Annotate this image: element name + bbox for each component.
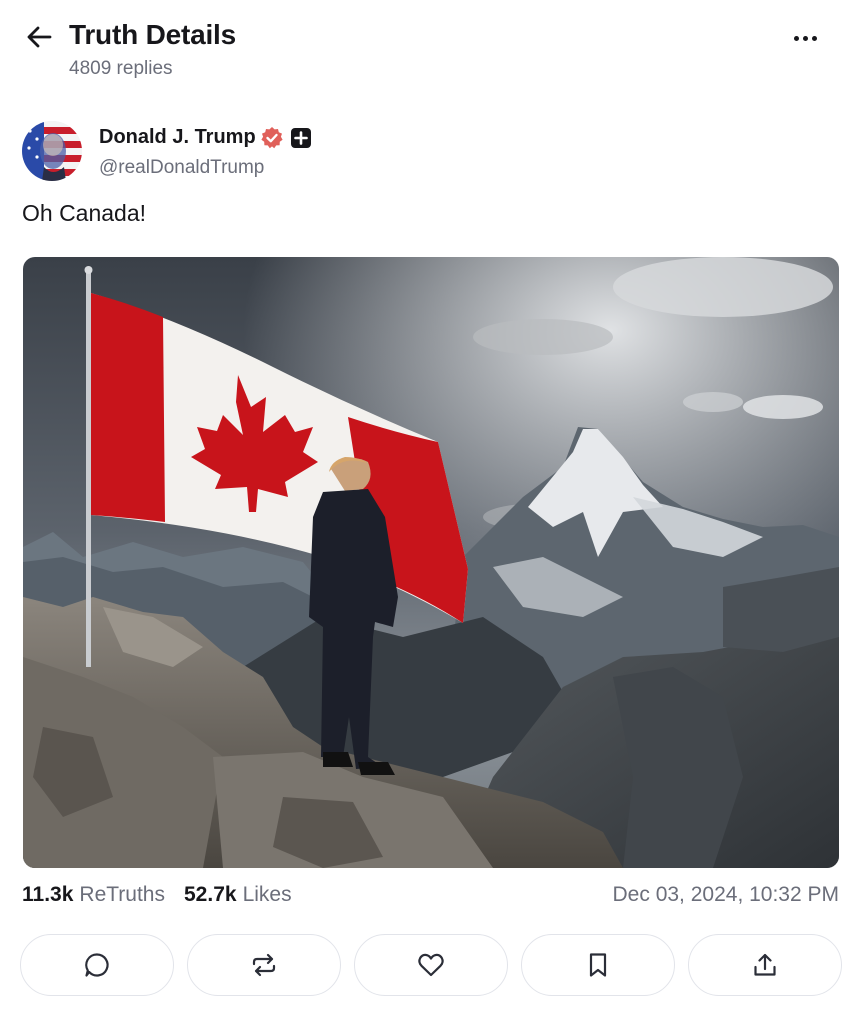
author-handle[interactable]: @realDonaldTrump <box>99 157 264 179</box>
retruths-label: ReTruths <box>79 883 165 906</box>
verified-badge-icon <box>261 127 283 149</box>
retruth-icon <box>252 953 276 977</box>
retruths-stat[interactable]: 11.3k ReTruths <box>22 883 165 907</box>
likes-count: 52.7k <box>184 883 237 906</box>
post-image[interactable] <box>23 257 839 868</box>
avatar[interactable] <box>22 121 82 181</box>
arrow-left-icon <box>27 26 52 48</box>
action-bar <box>20 934 842 996</box>
reply-icon <box>85 953 109 977</box>
bookmark-button[interactable] <box>521 934 675 996</box>
top-bar: Truth Details 4809 replies <box>0 0 865 100</box>
like-button[interactable] <box>354 934 508 996</box>
more-horizontal-icon <box>811 35 817 41</box>
more-horizontal-icon <box>793 35 799 41</box>
plus-badge-icon <box>291 128 311 148</box>
more-horizontal-icon <box>802 35 808 41</box>
share-button[interactable] <box>688 934 842 996</box>
reply-button[interactable] <box>20 934 174 996</box>
likes-label: Likes <box>242 883 292 906</box>
post-timestamp: Dec 03, 2024, 10:32 PM <box>612 883 839 906</box>
share-icon <box>754 953 776 976</box>
post-text: Oh Canada! <box>22 200 147 226</box>
more-options-button[interactable] <box>786 22 824 54</box>
retruth-button[interactable] <box>187 934 341 996</box>
like-icon <box>418 953 444 977</box>
post-author: Donald J. Trump @realDonaldTrump <box>22 120 842 184</box>
author-name[interactable]: Donald J. Trump <box>99 126 256 149</box>
retruths-count: 11.3k <box>22 883 74 906</box>
author-badges <box>260 126 312 150</box>
post-stats: 11.3k ReTruths 52.7k Likes <box>22 883 292 907</box>
page-title: Truth Details <box>69 19 236 50</box>
bookmark-icon <box>589 953 607 977</box>
likes-stat[interactable]: 52.7k Likes <box>184 883 292 907</box>
reply-count: 4809 replies <box>69 58 173 79</box>
back-button[interactable] <box>22 20 56 54</box>
